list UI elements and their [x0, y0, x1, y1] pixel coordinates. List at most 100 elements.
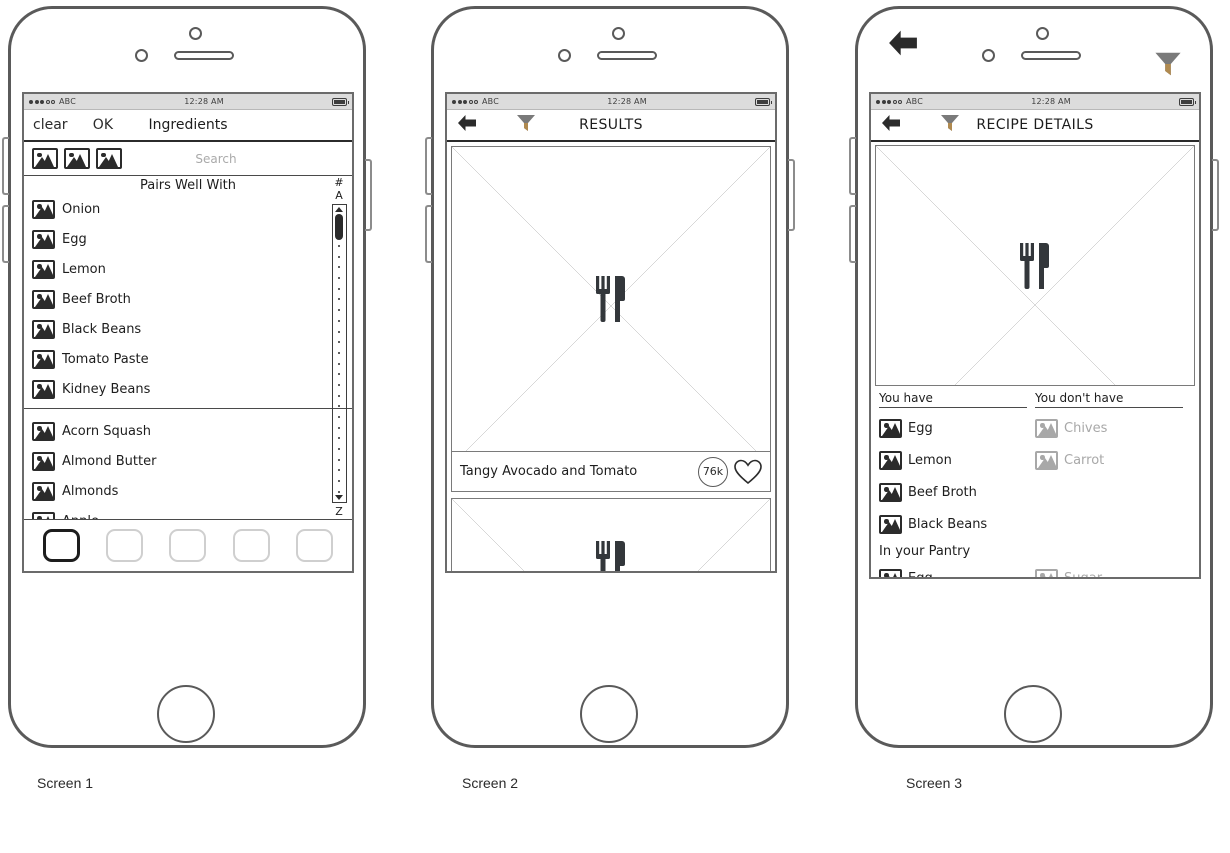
- image-placeholder-icon: [32, 481, 55, 501]
- image-placeholder-icon: [32, 349, 55, 369]
- results-list[interactable]: Tangy Avocado and Tomato 76k: [447, 142, 775, 571]
- volume-up-button[interactable]: [849, 137, 856, 195]
- all-ingredients-group: Acorn Squash Almond Butter Almonds: [24, 409, 352, 519]
- image-placeholder-icon: [879, 568, 902, 577]
- image-placeholder-icon: [1035, 418, 1058, 438]
- alpha-index-z[interactable]: Z: [335, 505, 343, 519]
- power-button[interactable]: [788, 159, 795, 231]
- volume-up-button[interactable]: [425, 137, 432, 195]
- status-bar: ABC 12:28 AM: [447, 94, 775, 110]
- list-item[interactable]: Lemon: [879, 444, 1035, 476]
- screen-2-caption: Screen 2: [462, 775, 519, 791]
- power-button[interactable]: [365, 159, 372, 231]
- recipe-card[interactable]: [451, 498, 771, 571]
- list-item-label: Tomato Paste: [62, 351, 149, 367]
- list-item-label: Lemon: [908, 452, 952, 468]
- list-item-label: Lemon: [62, 261, 106, 277]
- image-placeholder-icon: [32, 511, 55, 519]
- image-placeholder-icon: [32, 379, 55, 399]
- search-row: Search: [24, 142, 352, 176]
- image-placeholder-icon[interactable]: [96, 148, 122, 169]
- screen-3-caption: Screen 3: [906, 775, 963, 791]
- list-item[interactable]: Beef Broth: [879, 476, 1035, 508]
- scrollbar-dots: [338, 243, 340, 495]
- tab-5[interactable]: [295, 529, 333, 562]
- signal-strength-icon: [876, 99, 902, 104]
- scrollbar-track[interactable]: [331, 204, 347, 503]
- home-button[interactable]: [580, 685, 638, 743]
- scroll-down-arrow-icon[interactable]: [335, 495, 343, 500]
- you-dont-have-column: You don't have Chives Carrot: [1035, 391, 1191, 540]
- sensor-dot-icon: [135, 49, 148, 62]
- list-item[interactable]: Sugar: [1035, 562, 1191, 577]
- power-button[interactable]: [1212, 159, 1219, 231]
- tab-1[interactable]: [43, 529, 81, 562]
- list-item[interactable]: Tomato Paste: [32, 344, 352, 374]
- list-item[interactable]: Onion: [32, 194, 352, 224]
- list-item-label: Beef Broth: [908, 484, 977, 500]
- alpha-index-hash[interactable]: #: [334, 177, 343, 189]
- image-placeholder-icon[interactable]: [64, 148, 90, 169]
- pantry-have-column: Egg Lemon: [879, 562, 1035, 577]
- like-count-badge: 76k: [698, 456, 728, 487]
- volume-down-button[interactable]: [425, 205, 432, 263]
- screen-1-viewport: ABC 12:28 AM clear Ingredients OK Search…: [22, 92, 354, 573]
- heart-icon[interactable]: [734, 459, 762, 485]
- recipe-image-placeholder[interactable]: [451, 146, 771, 452]
- pantry-section: Egg Lemon: [875, 562, 1195, 577]
- home-button[interactable]: [157, 685, 215, 743]
- list-item[interactable]: Lemon: [32, 254, 352, 284]
- list-item[interactable]: Chives: [1035, 412, 1191, 444]
- list-item-label: Black Beans: [908, 516, 988, 532]
- list-item[interactable]: Egg: [879, 562, 1035, 577]
- tab-4[interactable]: [232, 529, 270, 562]
- list-item[interactable]: Egg: [879, 412, 1035, 444]
- tab-2[interactable]: [106, 529, 144, 562]
- home-button[interactable]: [1004, 685, 1062, 743]
- back-arrow-icon[interactable]: [886, 29, 920, 57]
- phone-frame-3: ABC 12:28 AM RECIPE DETAILS You have Egg…: [849, 6, 1219, 748]
- ok-button[interactable]: OK: [73, 117, 113, 133]
- list-item-label: Egg: [908, 420, 933, 436]
- list-item[interactable]: Black Beans: [32, 314, 352, 344]
- volume-down-button[interactable]: [2, 205, 9, 263]
- list-item[interactable]: Almonds: [32, 476, 352, 506]
- list-item[interactable]: Kidney Beans: [32, 374, 352, 404]
- alphabet-index-scrollbar[interactable]: # A Z: [329, 176, 349, 519]
- back-button[interactable]: [456, 114, 496, 136]
- search-input[interactable]: Search: [128, 152, 344, 166]
- image-placeholder-icon[interactable]: [32, 148, 58, 169]
- volume-up-button[interactable]: [2, 137, 9, 195]
- speaker-grill: [597, 51, 657, 60]
- hero-image-placeholder[interactable]: [875, 145, 1195, 386]
- list-item[interactable]: Black Beans: [879, 508, 1035, 540]
- recipe-details-body: You have Egg Lemon Beef Broth Black Bean…: [871, 142, 1199, 577]
- funnel-icon[interactable]: [1154, 49, 1182, 79]
- list-item-label: Black Beans: [62, 321, 142, 337]
- scroll-up-arrow-icon[interactable]: [335, 207, 343, 212]
- recipe-image-placeholder[interactable]: [451, 498, 771, 571]
- list-item[interactable]: Beef Broth: [32, 284, 352, 314]
- camera-dot-icon: [189, 27, 202, 40]
- alpha-index-a[interactable]: A: [335, 189, 343, 202]
- signal-strength-icon: [452, 99, 478, 104]
- section-title-pairs-well-with: Pairs Well With: [139, 178, 237, 193]
- recipe-card[interactable]: Tangy Avocado and Tomato 76k: [451, 146, 771, 492]
- filter-button[interactable]: [920, 113, 960, 137]
- list-item[interactable]: Almond Butter: [32, 446, 352, 476]
- signal-strength-icon: [29, 99, 55, 104]
- back-arrow-icon: [458, 115, 476, 131]
- image-placeholder-icon: [32, 451, 55, 471]
- list-item[interactable]: Apple: [32, 506, 352, 519]
- clear-button[interactable]: clear: [33, 117, 73, 133]
- back-button[interactable]: [880, 114, 920, 136]
- list-item-label: Egg: [62, 231, 87, 247]
- tab-3[interactable]: [169, 529, 207, 562]
- filter-button[interactable]: [496, 113, 536, 137]
- scrollbar-thumb[interactable]: [335, 214, 343, 240]
- list-item[interactable]: Egg: [32, 224, 352, 254]
- list-item[interactable]: Carrot: [1035, 444, 1191, 476]
- camera-dot-icon: [612, 27, 625, 40]
- volume-down-button[interactable]: [849, 205, 856, 263]
- list-item[interactable]: Acorn Squash: [32, 416, 352, 446]
